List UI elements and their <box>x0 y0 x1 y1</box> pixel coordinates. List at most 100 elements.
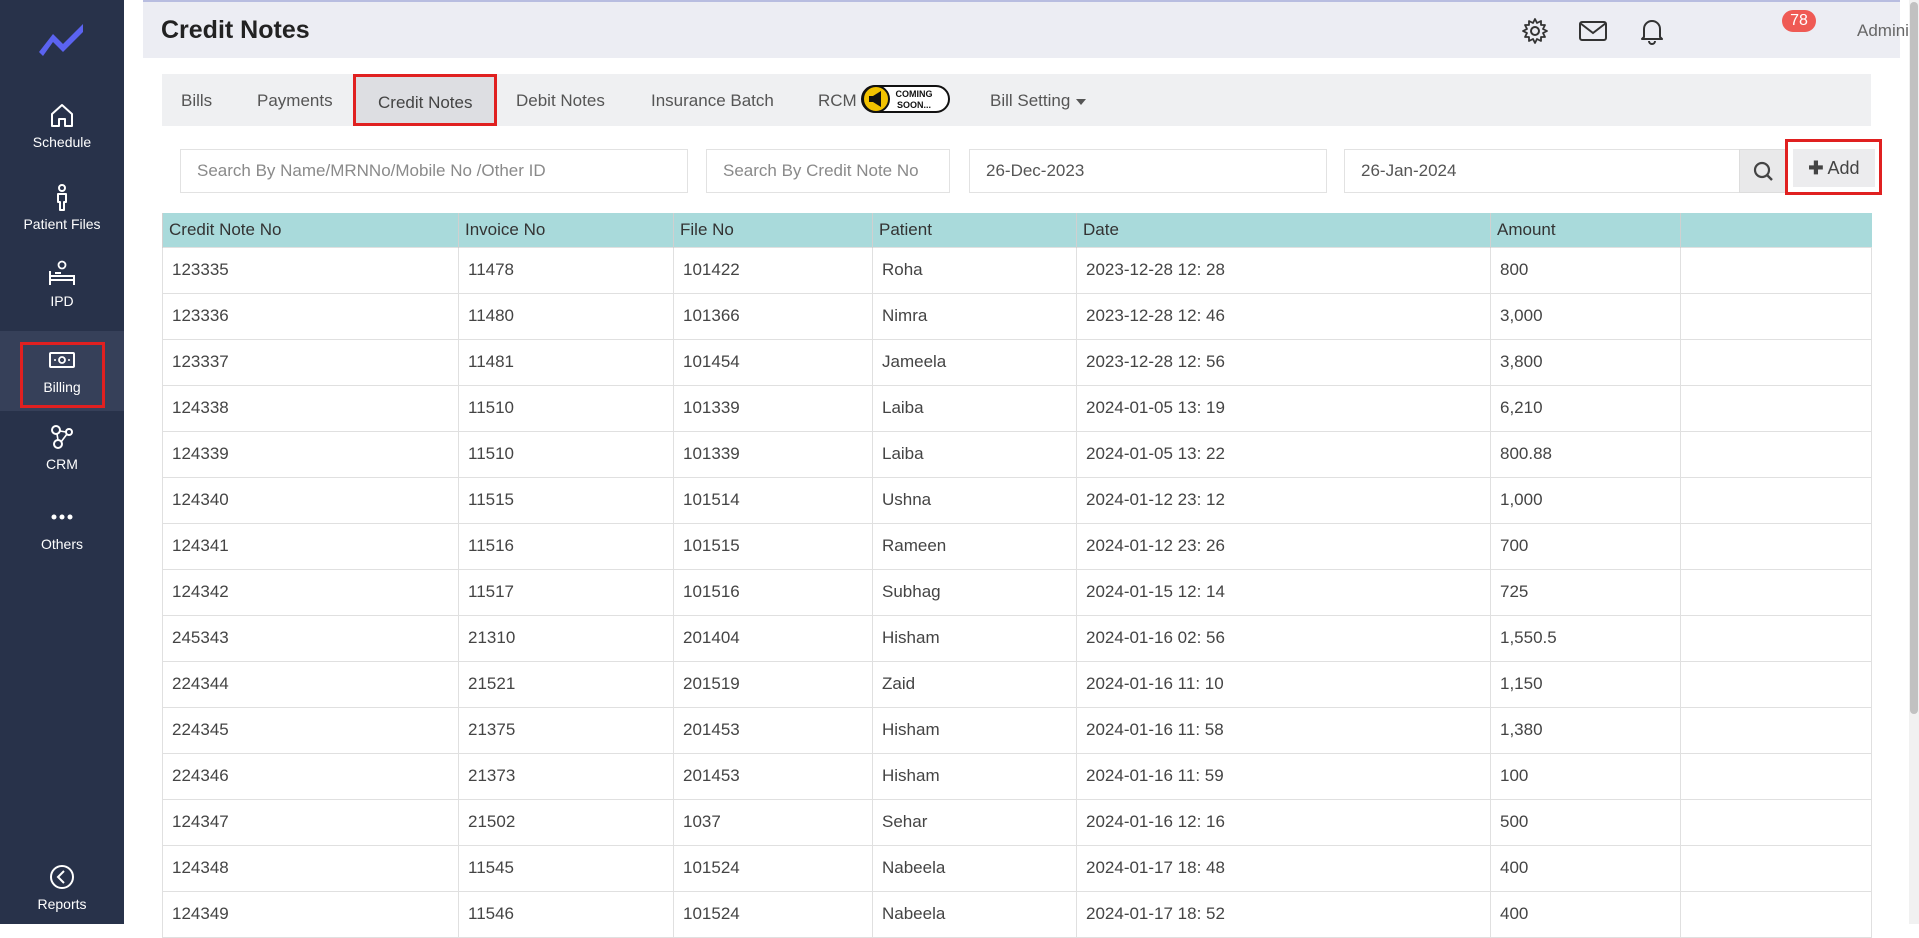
table-row[interactable]: 245343 21310 201404 Hisham 2024-01-16 02: 56… <box>162 614 1872 662</box>
table-cell: Nabeela <box>872 890 1077 938</box>
table-cell: 21310 <box>458 614 674 662</box>
table-row[interactable]: 124341 11516 101515 Rameen 2024-01-12 23: 26… <box>162 522 1872 570</box>
mail-icon[interactable] <box>1578 17 1608 45</box>
table-row[interactable]: 124349 11546 101524 Nabeela 2024-01-17 18: 5… <box>162 890 1872 938</box>
sidebar-item-patient-files[interactable]: Patient Files <box>0 182 124 232</box>
table-cell: Nabeela <box>872 844 1077 892</box>
table-cell: 2024-01-05 13: 19 <box>1076 384 1491 432</box>
table-cell: 224346 <box>162 752 459 800</box>
table-row[interactable]: 224346 21373 201453 Hisham 2024-01-16 11: 59… <box>162 752 1872 800</box>
table-cell: 2024-01-12 23: 26 <box>1076 522 1491 570</box>
table-cell: 1,380 <box>1490 706 1681 754</box>
table-row[interactable]: 123337 11481 101454 Jameela 2023-12-28 12: 5… <box>162 338 1872 386</box>
table-cell: 124341 <box>162 522 459 570</box>
column-header[interactable]: Credit Note No <box>162 213 459 247</box>
table-cell: 2024-01-16 11: 59 <box>1076 752 1491 800</box>
column-header[interactable]: Invoice No <box>458 213 674 247</box>
table-row[interactable]: 123336 11480 101366 Nimra 2023-12-28 12: 46 3… <box>162 292 1872 340</box>
table-cell: Hisham <box>872 614 1077 662</box>
table-cell: 400 <box>1490 844 1681 892</box>
table-cell: Sehar <box>872 798 1077 846</box>
table-cell: 700 <box>1490 522 1681 570</box>
bill-setting-label: Bill Setting <box>990 91 1071 110</box>
table-cell: 201404 <box>673 614 873 662</box>
tab-insurance-batch[interactable]: Insurance Batch <box>651 91 774 111</box>
tab-bill-setting[interactable]: Bill Setting <box>990 91 1087 111</box>
tab-credit-notes[interactable]: Credit Notes <box>353 74 498 126</box>
table-cell: 101516 <box>673 568 873 616</box>
sidebar-item-label: Schedule <box>32 134 92 150</box>
table-cell: 2024-01-16 11: 10 <box>1076 660 1491 708</box>
sidebar-item-reports[interactable]: Reports <box>0 862 124 912</box>
table-cell: 2023-12-28 12: 28 <box>1076 246 1491 294</box>
tab-rcm[interactable]: RCM <box>818 91 857 111</box>
column-header[interactable]: Patient <box>872 213 1077 247</box>
search-name-input[interactable] <box>180 149 688 193</box>
table-row[interactable]: 124340 11515 101514 Ushna 2024-01-12 23: 12 1… <box>162 476 1872 524</box>
sidebar-item-others[interactable]: Others <box>0 502 124 552</box>
table-row[interactable]: 124348 11545 101524 Nabeela 2024-01-17 18: 4… <box>162 844 1872 892</box>
table-cell: 101422 <box>673 246 873 294</box>
table-cell: 101339 <box>673 384 873 432</box>
search-credit-note-input[interactable] <box>706 149 950 193</box>
table-cell: 11510 <box>458 384 674 432</box>
table-row[interactable]: 124347 21502 1037 Sehar 2024-01-16 12: 16 500 <box>162 798 1872 846</box>
from-date-input[interactable] <box>969 149 1327 193</box>
column-header[interactable]: File No <box>673 213 873 247</box>
table-cell: 101524 <box>673 844 873 892</box>
page-header: Credit Notes 78 Administrator <box>143 0 1919 58</box>
credit-notes-table: Credit Note No Invoice No File No Patient Da… <box>162 213 1872 938</box>
sidebar-item-schedule[interactable]: Schedule <box>0 100 124 150</box>
money-icon <box>49 352 75 368</box>
table-cell: 11481 <box>458 338 674 386</box>
table-cell: Rameen <box>872 522 1077 570</box>
table-row[interactable]: 123335 11478 101422 Roha 2023-12-28 12: 28 80… <box>162 246 1872 294</box>
table-row[interactable]: 224345 21375 201453 Hisham 2024-01-16 11: 58… <box>162 706 1872 754</box>
table-cell: Hisham <box>872 752 1077 800</box>
table-cell: Subhag <box>872 568 1077 616</box>
table-cell: 11516 <box>458 522 674 570</box>
tab-debit-notes[interactable]: Debit Notes <box>516 91 605 111</box>
tab-bills[interactable]: Bills <box>181 91 212 111</box>
sidebar-item-ipd[interactable]: IPD <box>0 259 124 309</box>
add-button[interactable]: ✚ Add <box>1785 139 1882 195</box>
table-cell: 124348 <box>162 844 459 892</box>
table-cell: 201453 <box>673 752 873 800</box>
table-cell: 2024-01-16 11: 58 <box>1076 706 1491 754</box>
to-date-input[interactable] <box>1344 149 1740 193</box>
add-button-inner: ✚ Add <box>1793 149 1875 187</box>
billing-tabs: Bills Payments Credit Notes Debit Notes … <box>162 74 1871 126</box>
table-cell-empty <box>1680 430 1872 478</box>
table-cell: 1037 <box>673 798 873 846</box>
table-cell: 11517 <box>458 568 674 616</box>
sidebar-item-label: IPD <box>50 293 74 309</box>
coming-soon-text-bottom: SOON... <box>897 100 931 110</box>
table-cell: 2024-01-05 13: 22 <box>1076 430 1491 478</box>
table-row[interactable]: 224344 21521 201519 Zaid 2024-01-16 11: 10 1,… <box>162 660 1872 708</box>
table-cell: 2024-01-17 18: 48 <box>1076 844 1491 892</box>
search-button[interactable] <box>1739 149 1787 193</box>
sidebar-item-billing[interactable]: Billing <box>0 331 124 411</box>
table-cell: 101366 <box>673 292 873 340</box>
sidebar-item-crm[interactable]: CRM <box>0 422 124 472</box>
column-header[interactable]: Date <box>1076 213 1491 247</box>
scrollbar-thumb[interactable] <box>1910 2 1918 714</box>
table-row[interactable]: 124339 11510 101339 Laiba 2024-01-05 13: 22 8… <box>162 430 1872 478</box>
table-cell: Jameela <box>872 338 1077 386</box>
logo-icon <box>39 24 83 56</box>
table-row[interactable]: 124338 11510 101339 Laiba 2024-01-05 13: 19 6… <box>162 384 1872 432</box>
column-header[interactable]: Amount <box>1490 213 1681 247</box>
table-row[interactable]: 124342 11517 101516 Subhag 2024-01-15 12: 14… <box>162 568 1872 616</box>
table-cell: 124342 <box>162 568 459 616</box>
table-cell: 3,000 <box>1490 292 1681 340</box>
table-cell: 123337 <box>162 338 459 386</box>
gear-icon[interactable] <box>1521 17 1549 45</box>
tab-payments[interactable]: Payments <box>257 91 333 111</box>
bell-icon[interactable] <box>1638 17 1666 45</box>
table-cell: 245343 <box>162 614 459 662</box>
home-icon <box>51 104 73 127</box>
column-header[interactable] <box>1680 213 1872 247</box>
table-cell: 800.88 <box>1490 430 1681 478</box>
table-cell: 2023-12-28 12: 56 <box>1076 338 1491 386</box>
table-cell-empty <box>1680 660 1872 708</box>
